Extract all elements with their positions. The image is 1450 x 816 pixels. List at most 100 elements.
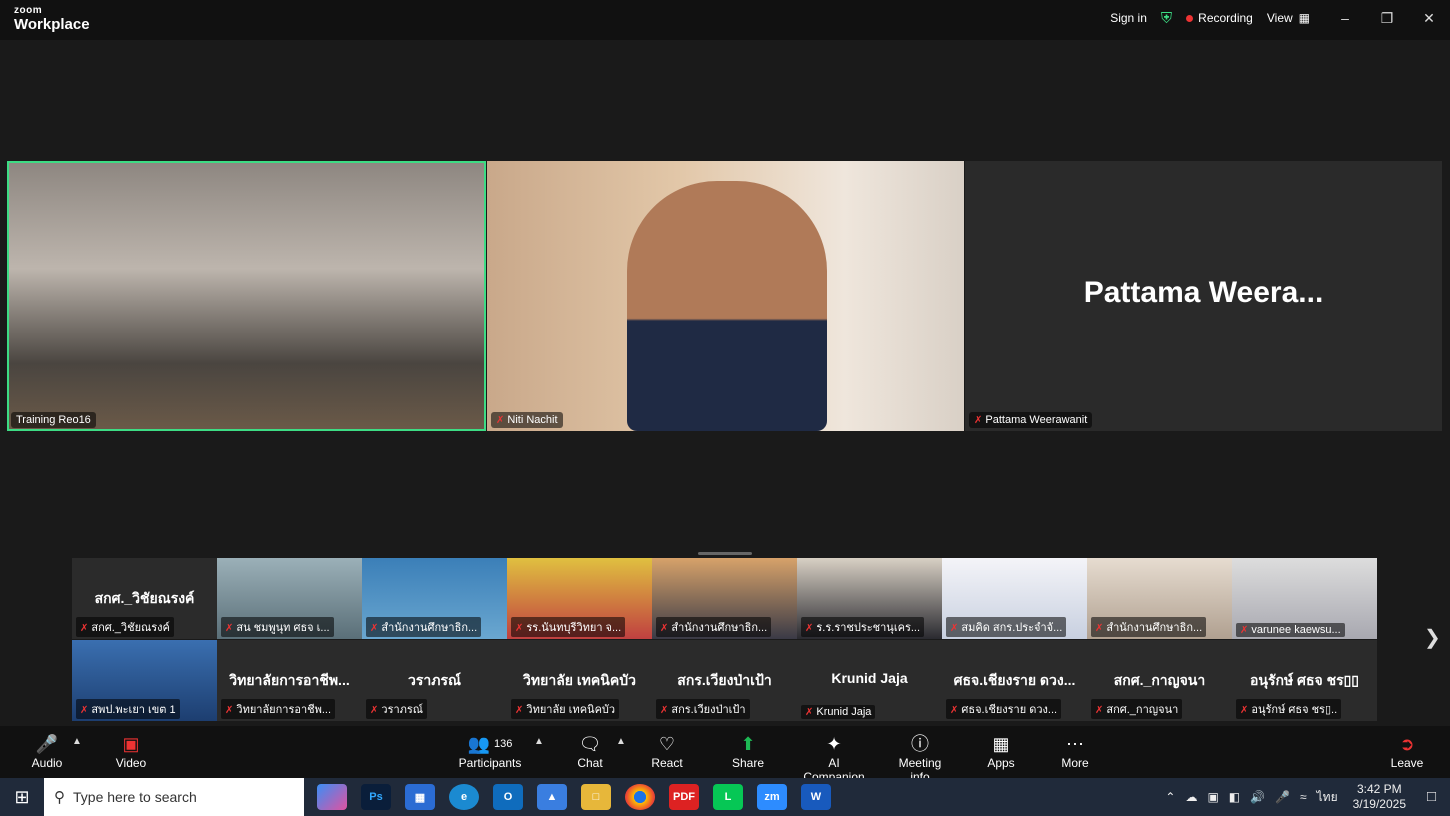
restore-button[interactable]: ❐	[1366, 10, 1408, 27]
gallery-tile[interactable]: สกศ._กาญจนา ✗ สกศ._กาญจนา	[1087, 640, 1232, 721]
minimize-button[interactable]: –	[1324, 10, 1366, 26]
leave-button[interactable]: ➲ Leave	[1390, 732, 1424, 770]
participant-name: วิทยาลัยการอาชีพ...	[236, 704, 332, 716]
participant-name-tag: ✗ สน ชมพูนุท ศธจ เ...	[221, 617, 334, 637]
heart-icon: ♡	[658, 734, 676, 754]
video-label: Video	[115, 756, 147, 770]
chat-button[interactable]: 🗨 Chat	[572, 732, 608, 770]
camera-icon[interactable]: ▣	[1207, 790, 1218, 804]
share-screen-icon: ⬆	[740, 734, 756, 754]
mic-muted-icon: ✗	[974, 414, 983, 426]
windows-start-icon[interactable]: ⊞	[0, 778, 44, 816]
react-button[interactable]: ♡ React	[648, 732, 686, 770]
chevron-up-icon[interactable]: ⌃	[1165, 790, 1175, 804]
gallery-tile[interactable]: ✗ varunee kaewsu...	[1232, 558, 1377, 639]
input-language[interactable]: ไทย	[1317, 788, 1338, 807]
meeting-info-button[interactable]: ⓘ Meeting info	[888, 732, 952, 784]
recording-indicator[interactable]: Recording	[1186, 11, 1253, 25]
volume-icon[interactable]: 🔊	[1250, 790, 1265, 804]
store-app-icon[interactable]: ▦	[405, 784, 435, 810]
participant-name-tag: ✗ Krunid Jaja	[801, 705, 876, 719]
close-button[interactable]: ✕	[1408, 10, 1450, 27]
share-button[interactable]: ⬆ Share	[730, 732, 766, 770]
gallery-tile[interactable]: ✗ สำนักงานศึกษาธิก...	[362, 558, 507, 639]
chrome-app-icon[interactable]	[625, 784, 655, 810]
taskbar-search-box[interactable]: ⚲ Type here to search	[44, 778, 304, 816]
participant-name-tag: ✗ สกร.เวียงป่าเป้า	[656, 699, 750, 719]
participant-name-tag: ✗ อนุรักษ์ ศธจ ชร▯..	[1236, 699, 1342, 719]
gallery-tile[interactable]: Krunid Jaja ✗ Krunid Jaja	[797, 640, 942, 721]
gallery-tile[interactable]: ✗ สมคิด สกร.ประจำจั...	[942, 558, 1087, 639]
apps-button[interactable]: ▦ Apps	[984, 732, 1018, 770]
video-tile-niti[interactable]: ✗ Niti Nachit	[487, 161, 964, 431]
file-explorer-app-icon[interactable]: □	[581, 784, 611, 810]
participant-name-tag: ✗ สมคิด สกร.ประจำจั...	[946, 617, 1067, 637]
participant-name-tag: ✗ สำนักงานศึกษาธิก...	[366, 617, 482, 637]
mic-icon[interactable]: 🎤	[1275, 790, 1290, 804]
gallery-tile[interactable]: ศธจ.เชียงราย ดวง... ✗ ศธจ.เชียงราย ดวง...	[942, 640, 1087, 721]
audio-button[interactable]: 🎤 Audio	[30, 732, 64, 770]
cloud-icon[interactable]: ☁	[1185, 790, 1197, 804]
participant-display-name: วิทยาลัยการอาชีพ...	[229, 672, 350, 688]
gallery-tile[interactable]: อนุรักษ์ ศธจ ชร▯▯ ✗ อนุรักษ์ ศธจ ชร▯..	[1232, 640, 1377, 721]
shield-check-icon[interactable]: ⛨	[1161, 10, 1172, 27]
participant-name: สกร.เวียงป่าเป้า	[671, 704, 746, 716]
title-bar: zoom Workplace Sign in ⛨ Recording View …	[0, 0, 1450, 40]
participant-name-tag: ✗ วิทยาลัยการอาชีพ...	[221, 699, 336, 719]
gallery-tile[interactable]: ✗ สพป.พะเยา เขต 1	[72, 640, 217, 721]
video-button[interactable]: ▣ Video	[114, 732, 148, 770]
participant-name: สมคิด สกร.ประจำจั...	[961, 622, 1063, 634]
notification-icon[interactable]: □	[1427, 788, 1436, 805]
chat-options-caret-icon[interactable]: ▲	[616, 736, 626, 747]
gallery-tile[interactable]: สกศ._วิชัยณรงค์ ✗ สกศ._วิชัยณรงค์	[72, 558, 217, 639]
audio-options-caret-icon[interactable]: ▲	[72, 736, 82, 747]
video-tile-training[interactable]: Training Reo16	[7, 161, 486, 431]
participant-name-tag: ✗ วิทยาลัย เทคนิคบัว	[511, 699, 620, 719]
chat-label: Chat	[577, 756, 603, 770]
gallery-tile[interactable]: ✗ สน ชมพูนุท ศธจ เ...	[217, 558, 362, 639]
pdf-app-icon[interactable]: PDF	[669, 784, 699, 810]
edge-app-icon[interactable]: e	[449, 784, 479, 810]
participants-options-caret-icon[interactable]: ▲	[534, 736, 544, 747]
search-icon: ⚲	[54, 789, 65, 806]
participants-button[interactable]: 👥 136 Participants	[458, 732, 522, 770]
gallery-tile[interactable]: วิทยาลัย เทคนิคบัว ✗ วิทยาลัย เทคนิคบัว	[507, 640, 652, 721]
participant-name-tag: ✗ สำนักงานศึกษาธิก...	[656, 617, 772, 637]
zoom-app-icon[interactable]: zm	[757, 784, 787, 810]
photoshop-app-icon[interactable]: Ps	[361, 784, 391, 810]
leave-door-icon: ➲	[1399, 734, 1415, 754]
ai-companion-button[interactable]: ✦ AI Companion	[798, 732, 870, 784]
network-icon[interactable]: ◧	[1229, 790, 1240, 804]
photos-app-icon[interactable]: ▲	[537, 784, 567, 810]
participant-name: ร.ร.ราชประชานุเคร...	[816, 622, 921, 634]
participant-display-name: สกศ._กาญจนา	[1113, 672, 1206, 688]
gallery-tile[interactable]: วราภรณ์ ✗ วราภรณ์	[362, 640, 507, 721]
mic-muted-icon: ✗	[370, 705, 379, 716]
gallery-tile[interactable]: ✗ ร.ร.ราชประชานุเคร...	[797, 558, 942, 639]
gallery-tile[interactable]: ✗ สำนักงานศึกษาธิก...	[1087, 558, 1232, 639]
gallery-tile[interactable]: สกร.เวียงป่าเป้า ✗ สกร.เวียงป่าเป้า	[652, 640, 797, 721]
copilot-app-icon[interactable]	[317, 784, 347, 810]
zoom-logo: zoom Workplace	[14, 6, 90, 33]
sign-in-link[interactable]: Sign in	[1110, 11, 1147, 25]
video-tile-pattama[interactable]: Pattama Weera... ✗ Pattama Weerawanit	[965, 161, 1442, 431]
audio-label: Audio	[31, 756, 63, 770]
line-app-icon[interactable]: L	[713, 784, 743, 810]
clock[interactable]: 3:42 PM 3/19/2025	[1353, 782, 1406, 812]
word-app-icon[interactable]: W	[801, 784, 831, 810]
gallery-tile[interactable]: วิทยาลัยการอาชีพ... ✗ วิทยาลัยการอาชีพ...	[217, 640, 362, 721]
gallery-tile[interactable]: ✗ สำนักงานศึกษาธิก...	[652, 558, 797, 639]
windows-taskbar: ⊞ ⚲ Type here to search Ps ▦ e O ▲ □ PDF…	[0, 778, 1450, 816]
participant-name: Pattama Weerawanit	[985, 414, 1088, 426]
participant-name-tag: ✗ สำนักงานศึกษาธิก...	[1091, 617, 1207, 637]
gallery-resize-handle[interactable]	[698, 552, 752, 555]
view-button[interactable]: View ▦	[1267, 11, 1310, 25]
chevron-right-icon[interactable]: ❯	[1424, 625, 1441, 650]
participant-name: สกศ._กาญจนา	[1106, 704, 1179, 716]
wifi-icon[interactable]: ≈	[1300, 790, 1307, 804]
gallery-tile[interactable]: ✗ รร.นันทบุรีวิทยา จ...	[507, 558, 652, 639]
participants-label: Participants	[458, 756, 522, 770]
participant-name-tag: ✗ รร.นันทบุรีวิทยา จ...	[511, 617, 626, 637]
more-button[interactable]: ⋯ More	[1058, 732, 1092, 770]
outlook-app-icon[interactable]: O	[493, 784, 523, 810]
